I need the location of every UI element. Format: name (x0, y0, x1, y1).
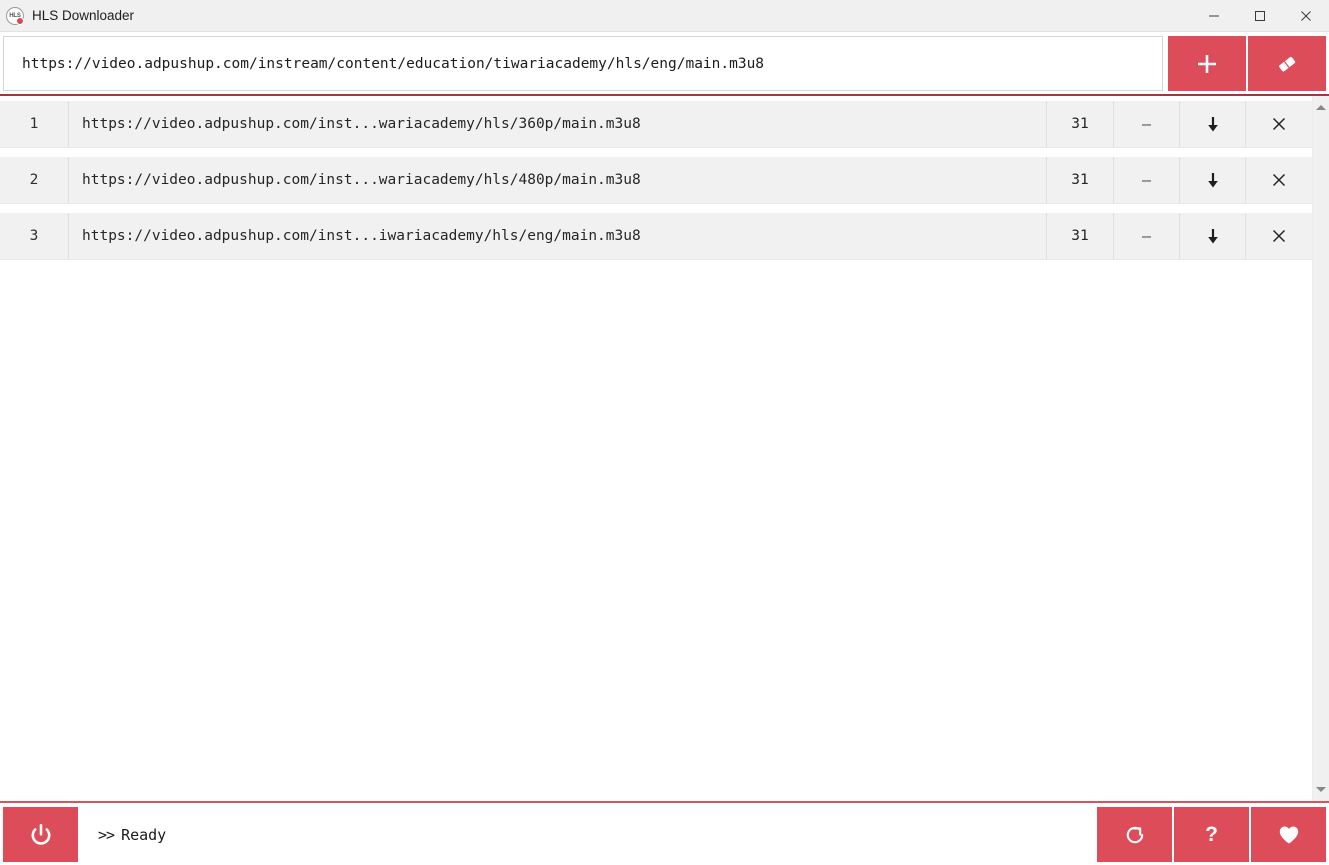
table-row[interactable]: 1 https://video.adpushup.com/inst...wari… (0, 101, 1312, 148)
vertical-scrollbar[interactable] (1312, 96, 1329, 801)
scroll-up-arrow-icon (1316, 105, 1326, 110)
row-remove-button[interactable] (1246, 101, 1312, 147)
row-segment-count: 31 (1047, 101, 1114, 147)
download-arrow-icon (1207, 173, 1218, 188)
window-title: HLS Downloader (32, 8, 135, 23)
app-icon-badge (16, 16, 24, 25)
help-button[interactable]: ? (1174, 807, 1249, 862)
download-list: 1 https://video.adpushup.com/inst...wari… (0, 96, 1312, 801)
scroll-down-arrow-icon (1316, 787, 1326, 792)
table-row[interactable]: 2 https://video.adpushup.com/inst...wari… (0, 157, 1312, 204)
help-label: ? (1205, 822, 1218, 846)
status-message: >> Ready (78, 807, 1097, 862)
add-url-button[interactable] (1168, 36, 1246, 91)
plus-icon (1198, 54, 1216, 73)
power-button[interactable] (3, 807, 78, 862)
app-window: HLS HLS Downloader https://video.adpushu… (0, 0, 1329, 865)
close-x-icon (1272, 117, 1286, 131)
row-url: https://video.adpushup.com/inst...wariac… (69, 157, 1047, 203)
row-segment-count: 31 (1047, 157, 1114, 203)
close-button[interactable] (1283, 0, 1329, 32)
table-row[interactable]: 3 https://video.adpushup.com/inst...iwar… (0, 213, 1312, 260)
row-index: 2 (0, 157, 69, 203)
row-index: 3 (0, 213, 69, 259)
window-controls (1191, 0, 1329, 32)
hls-app-icon: HLS (6, 6, 24, 25)
title-bar-left: HLS HLS Downloader (0, 6, 135, 25)
content-area: 1 https://video.adpushup.com/inst...wari… (0, 96, 1329, 801)
status-bar: >> Ready ? (0, 803, 1329, 865)
donate-button[interactable] (1251, 807, 1326, 862)
row-download-button[interactable] (1180, 157, 1246, 203)
heart-icon (1279, 826, 1298, 843)
row-url: https://video.adpushup.com/inst...iwaria… (69, 213, 1047, 259)
row-remove-button[interactable] (1246, 213, 1312, 259)
row-index: 1 (0, 101, 69, 147)
row-remove-button[interactable] (1246, 157, 1312, 203)
status-text: Ready (121, 825, 167, 844)
power-icon (31, 823, 50, 845)
status-arrows: >> (98, 825, 115, 844)
url-input[interactable] (3, 36, 1163, 91)
row-download-button[interactable] (1180, 101, 1246, 147)
row-progress: – (1114, 101, 1180, 147)
minimize-button[interactable] (1191, 0, 1237, 32)
close-icon (1301, 10, 1311, 21)
refresh-icon (1126, 826, 1143, 843)
maximize-button[interactable] (1237, 0, 1283, 32)
download-arrow-icon (1207, 229, 1218, 244)
close-x-icon (1272, 229, 1286, 243)
eraser-icon (1279, 56, 1296, 71)
row-download-button[interactable] (1180, 213, 1246, 259)
bottom-actions: ? (1097, 807, 1326, 862)
minimize-icon (1209, 15, 1219, 16)
row-segment-count: 31 (1047, 213, 1114, 259)
row-progress: – (1114, 157, 1180, 203)
maximize-icon (1255, 10, 1265, 21)
close-x-icon (1272, 173, 1286, 187)
refresh-button[interactable] (1097, 807, 1172, 862)
row-url: https://video.adpushup.com/inst...wariac… (69, 101, 1047, 147)
url-toolbar (0, 32, 1329, 94)
download-arrow-icon (1207, 117, 1218, 132)
scroll-up-button[interactable] (1313, 99, 1329, 116)
url-input-wrapper (3, 36, 1163, 91)
row-progress: – (1114, 213, 1180, 259)
scroll-down-button[interactable] (1313, 781, 1329, 798)
title-bar: HLS HLS Downloader (0, 0, 1329, 32)
clear-url-button[interactable] (1248, 36, 1326, 91)
